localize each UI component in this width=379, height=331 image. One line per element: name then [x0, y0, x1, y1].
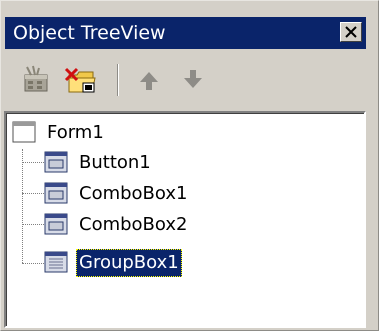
object-tree[interactable]: Form1 Button1 ComboBox1 ComboBox2 GroupB… [4, 111, 366, 328]
groupbox-control-icon [44, 251, 68, 273]
tree-node-label: GroupBox1 [76, 249, 182, 277]
tree-connector [22, 162, 44, 163]
move-down-button[interactable] [175, 63, 211, 97]
form-icon [12, 121, 36, 143]
toolbox-icon [24, 65, 48, 92]
new-object-button[interactable] [17, 63, 53, 97]
combobox-control-icon [44, 213, 68, 235]
arrow-down-icon [184, 70, 202, 88]
toolbar-separator [117, 64, 119, 96]
tree-node-label: ComboBox2 [79, 214, 188, 235]
combobox-control-icon [44, 182, 68, 204]
tree-connector [22, 149, 23, 263]
tree-node-label: ComboBox1 [79, 183, 188, 204]
delete-object-button[interactable] [63, 63, 99, 97]
move-up-button[interactable] [131, 63, 167, 97]
tree-connector [22, 224, 44, 225]
tree-node-combobox1[interactable]: ComboBox1 [44, 180, 244, 208]
tree-node-label: Form1 [47, 122, 104, 143]
tree-connector [22, 263, 44, 264]
folder-delete-icon [64, 67, 96, 93]
close-button[interactable] [340, 22, 362, 42]
button-control-icon [44, 151, 68, 173]
arrow-up-icon [140, 72, 158, 90]
toolbar [5, 55, 366, 105]
tree-node-groupbox1[interactable]: GroupBox1 [44, 249, 244, 277]
title-bar[interactable]: Object TreeView [5, 17, 366, 49]
window-title: Object TreeView [13, 22, 166, 44]
tree-node-label: Button1 [79, 152, 151, 173]
tree-connector [22, 193, 44, 194]
tree-node-combobox2[interactable]: ComboBox2 [44, 211, 244, 239]
tree-node-root[interactable]: Form1 [12, 119, 212, 147]
close-icon [345, 26, 357, 38]
tree-node-button1[interactable]: Button1 [44, 149, 244, 177]
object-treeview-window: Object TreeView Form1 Button1 ComboBox1 … [0, 0, 379, 331]
